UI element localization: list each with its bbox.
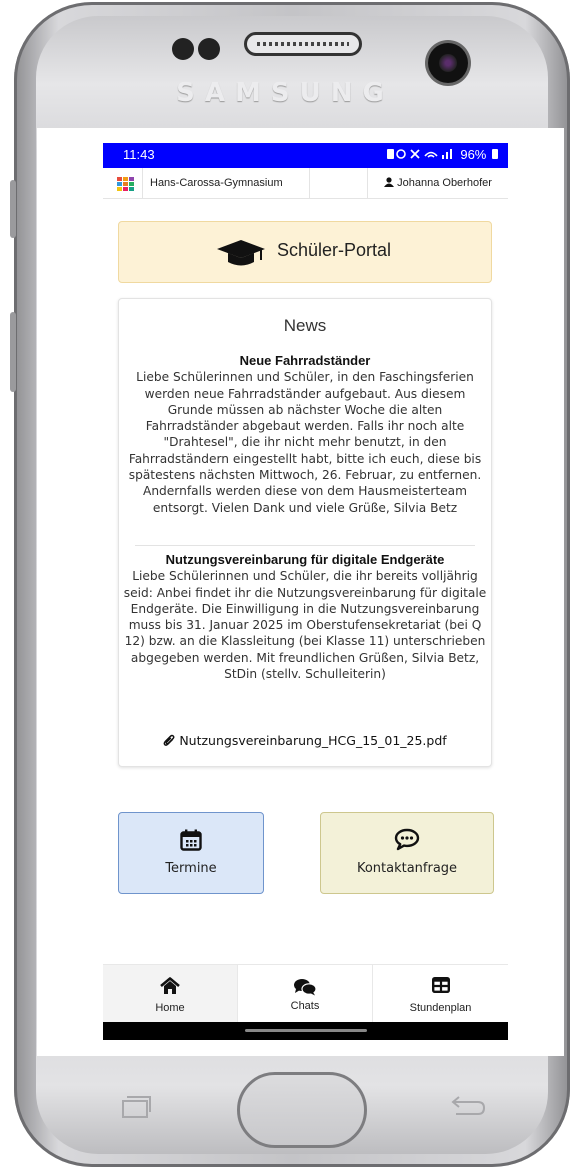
- phone-screen: 11:43 96% Hans-Carossa-Gymnasium Johanna…: [37, 128, 564, 1056]
- app-menu-icon[interactable]: [117, 177, 135, 191]
- app-menu-swatch: [117, 187, 122, 191]
- app-menu-swatch: [117, 177, 122, 181]
- chat-bubble-icon: [394, 828, 420, 851]
- news-item-body: Liebe Schülerinnen und Schüler, in den F…: [128, 370, 482, 515]
- news-item-body: Liebe Schülerinnen und Schüler, die ihr …: [123, 569, 487, 682]
- home-hardware-button[interactable]: [237, 1072, 367, 1148]
- portal-title: Schüler-Portal: [277, 240, 392, 260]
- user-icon: [384, 177, 395, 187]
- app-menu-swatch: [123, 177, 128, 181]
- divider: [309, 168, 310, 198]
- earpiece-speaker: [244, 32, 362, 56]
- sensor-dot-icon: [172, 38, 194, 60]
- nav-stundenplan-label: Stundenplan: [409, 1002, 472, 1014]
- kontaktanfrage-button[interactable]: Kontaktanfrage: [320, 812, 494, 894]
- chats-icon: [294, 979, 317, 996]
- news-divider: [135, 545, 475, 546]
- nav-chats[interactable]: Chats: [237, 965, 372, 1023]
- app-menu-swatch: [129, 182, 134, 186]
- status-bar: 11:43 96%: [103, 143, 508, 168]
- news-item: Nutzungsvereinbarung für digitale Endger…: [119, 552, 491, 682]
- school-name[interactable]: Hans-Carossa-Gymnasium: [150, 177, 283, 189]
- app-bar: Hans-Carossa-Gymnasium Johanna Oberhofer: [103, 168, 508, 199]
- volume-down-button: [10, 312, 16, 392]
- app-menu-swatch: [129, 187, 134, 191]
- status-indicators-icon: [386, 149, 452, 159]
- app-menu-swatch: [117, 182, 122, 186]
- bottom-navigation: Home Chats Stundenplan: [103, 964, 508, 1023]
- front-camera-icon: [428, 43, 468, 83]
- app-menu-swatch: [129, 177, 134, 181]
- home-icon: [160, 977, 180, 994]
- paperclip-icon: [163, 734, 175, 746]
- back-key-icon: [451, 1096, 486, 1115]
- battery-percent: 96%: [460, 147, 487, 162]
- table-icon: [431, 977, 450, 993]
- recent-apps-key-icon: [122, 1096, 151, 1118]
- app-menu-swatch: [123, 187, 128, 191]
- nav-stundenplan[interactable]: Stundenplan: [372, 965, 508, 1023]
- termine-button[interactable]: Termine: [118, 812, 264, 894]
- termine-label: Termine: [165, 861, 217, 876]
- kontaktanfrage-label: Kontaktanfrage: [356, 861, 458, 876]
- app-menu-swatch: [123, 182, 128, 186]
- nav-home[interactable]: Home: [103, 965, 237, 1023]
- status-icons: 96%: [386, 147, 498, 162]
- volume-up-button: [10, 180, 16, 238]
- calendar-icon: [180, 829, 202, 851]
- sensor-dot-icon: [198, 38, 220, 60]
- news-heading: News: [283, 316, 327, 335]
- attachment-link[interactable]: Nutzungsvereinbarung_HCG_15_01_25.pdf: [119, 733, 491, 748]
- portal-banner[interactable]: Schüler-Portal: [118, 221, 492, 283]
- news-item-title: Nutzungsvereinbarung für digitale Endger…: [165, 552, 445, 567]
- attachment-filename: Nutzungsvereinbarung_HCG_15_01_25.pdf: [179, 733, 447, 748]
- user-menu[interactable]: Johanna Oberhofer: [368, 177, 508, 189]
- battery-icon: [492, 149, 498, 159]
- graduation-cap-icon: [217, 240, 265, 266]
- news-card: News Neue Fahrradständer Liebe Schülerin…: [118, 298, 492, 767]
- news-item: Neue Fahrradständer Liebe Schülerinnen u…: [119, 353, 491, 516]
- nav-home-label: Home: [155, 1002, 185, 1014]
- device-brand-logo: SAMSUNG: [176, 78, 394, 108]
- status-time: 11:43: [123, 147, 155, 162]
- news-item-title: Neue Fahrradständer: [239, 353, 371, 368]
- gesture-bar: [103, 1022, 508, 1040]
- nav-chats-label: Chats: [290, 1000, 320, 1012]
- user-name: Johanna Oberhofer: [397, 177, 492, 189]
- divider: [142, 168, 143, 198]
